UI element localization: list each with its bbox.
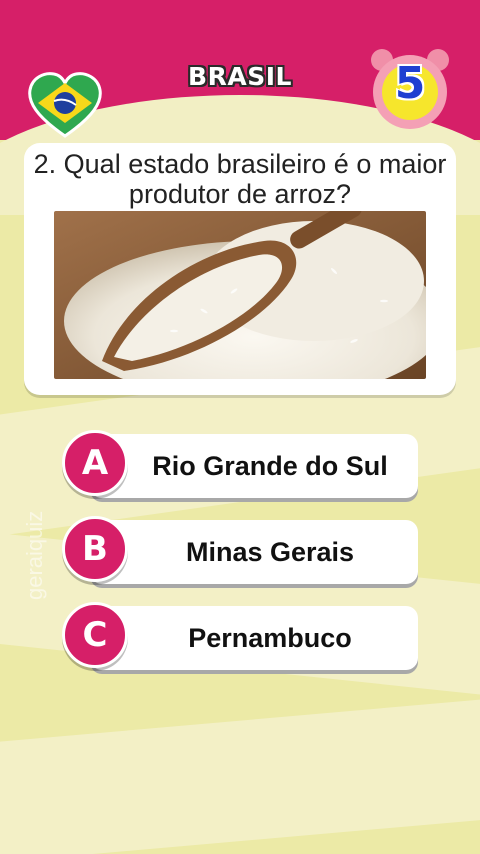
answer-option-c[interactable]: Pernambuco C: [62, 602, 418, 670]
answer-option-a[interactable]: Rio Grande do Sul A: [62, 430, 418, 498]
answer-text[interactable]: Minas Gerais: [126, 520, 414, 584]
timer-count: 5: [394, 58, 426, 109]
answer-letter: B: [82, 529, 108, 569]
rice-scoop-photo: [54, 211, 426, 379]
brazil-flag-heart-icon: [28, 72, 102, 138]
watermark: geraiquiz: [22, 510, 47, 600]
answer-text[interactable]: Rio Grande do Sul: [126, 434, 414, 498]
answer-letter: C: [82, 615, 108, 655]
question-card: 2. Qual estado brasileiro é o maior prod…: [24, 143, 456, 395]
answer-letter: A: [81, 443, 109, 483]
answer-text[interactable]: Pernambuco: [126, 606, 414, 670]
background-stripe: [0, 689, 480, 854]
answer-option-b[interactable]: Minas Gerais B: [62, 516, 418, 584]
question-text: 2. Qual estado brasileiro é o maior prod…: [33, 149, 447, 209]
